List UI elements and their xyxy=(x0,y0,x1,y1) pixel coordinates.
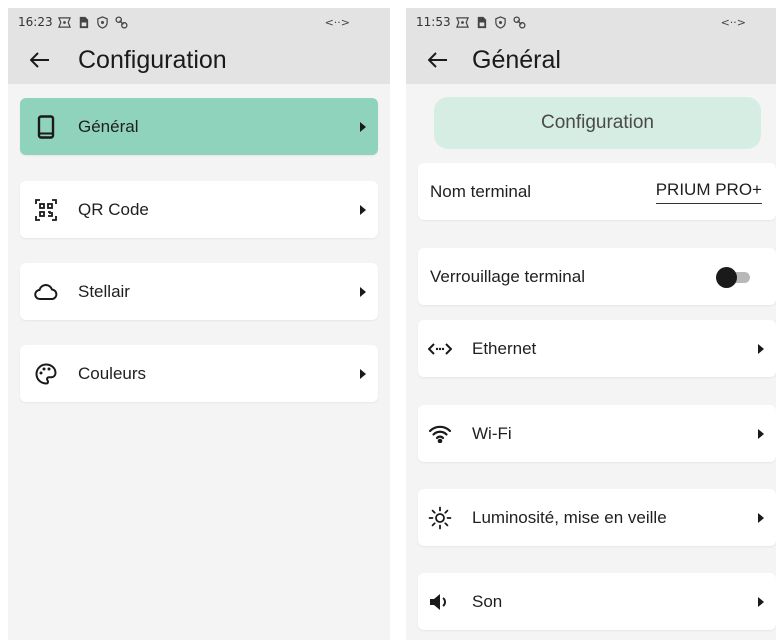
menu-item-label: Stellair xyxy=(78,281,130,301)
status-time: 16:23 xyxy=(18,15,53,29)
security-icon xyxy=(494,15,506,29)
arrow-left-icon xyxy=(30,52,49,68)
security-icon xyxy=(96,15,108,29)
phone-icon xyxy=(34,114,58,139)
menu-item-label: Wi-Fi xyxy=(472,423,512,443)
chevron-right-icon xyxy=(756,428,766,439)
menu-item-label: Général xyxy=(78,116,139,136)
menu-item-couleurs[interactable]: Couleurs xyxy=(20,345,378,402)
arrow-left-icon xyxy=(428,52,447,68)
terminal-lock-toggle[interactable] xyxy=(716,266,754,288)
menu-item-label: Ethernet xyxy=(472,338,537,358)
sim-card-icon xyxy=(79,16,88,28)
status-bar: 16:23 <··> xyxy=(8,8,390,36)
chevron-right-icon xyxy=(358,204,368,215)
page-title: Général xyxy=(472,45,561,74)
menu-item-label: QR Code xyxy=(78,199,149,219)
chevron-right-icon xyxy=(358,121,368,132)
ethernet-icon xyxy=(428,337,452,361)
menu-item-qr-code[interactable]: QR Code xyxy=(20,181,378,238)
page-title: Configuration xyxy=(78,45,227,74)
terminal-name-label: Nom terminal xyxy=(430,181,532,201)
menu-item-brightness[interactable]: Luminosité, mise en veille xyxy=(418,489,776,546)
terminal-lock-label: Verrouillage terminal xyxy=(430,266,585,286)
terminal-name-field[interactable]: PRIUM PRO+ xyxy=(655,180,762,204)
palette-icon xyxy=(34,362,58,386)
status-bar: 11:53 <··> xyxy=(406,8,776,36)
terminal-lock-row: Verrouillage terminal xyxy=(418,248,776,305)
back-button[interactable] xyxy=(28,48,52,72)
qr-code-icon xyxy=(34,198,58,222)
back-button[interactable] xyxy=(426,48,450,72)
app-bar: Général xyxy=(406,36,776,84)
general-screen: 11:53 <··> Général Configuration Nom ter… xyxy=(406,8,776,640)
chevron-right-icon xyxy=(756,343,766,354)
toggle-thumb xyxy=(716,266,737,288)
cloud-icon xyxy=(34,280,58,304)
chevron-right-icon xyxy=(756,512,766,523)
menu-item-stellair[interactable]: Stellair xyxy=(20,263,378,320)
sim-card-icon xyxy=(477,16,486,28)
chevron-right-icon xyxy=(358,368,368,379)
menu-item-ethernet[interactable]: Ethernet xyxy=(418,320,776,377)
shield-badge-icon xyxy=(57,16,71,28)
menu-item-son[interactable]: Son xyxy=(418,573,776,630)
menu-item-label: Couleurs xyxy=(78,363,147,383)
brightness-icon xyxy=(428,506,452,530)
menu-item-wifi[interactable]: Wi-Fi xyxy=(418,405,776,462)
ethernet-status-icon: <··> xyxy=(324,15,350,29)
volume-icon xyxy=(428,590,452,614)
wifi-icon xyxy=(428,422,452,446)
status-time: 11:53 xyxy=(416,15,451,29)
terminal-name-row: Nom terminal PRIUM PRO+ xyxy=(418,163,776,220)
link-icon xyxy=(115,15,128,29)
chevron-right-icon xyxy=(358,286,368,297)
menu-item-general[interactable]: Général xyxy=(20,98,378,155)
configuration-screen: 16:23 <··> Configuration Général QR Code xyxy=(8,8,390,640)
shield-badge-icon xyxy=(455,16,469,28)
link-icon xyxy=(513,15,526,29)
ethernet-status-icon: <··> xyxy=(720,15,746,29)
menu-item-label: Luminosité, mise en veille xyxy=(472,507,667,527)
app-bar: Configuration xyxy=(8,36,390,84)
menu-item-label: Son xyxy=(472,591,503,611)
configuration-button[interactable]: Configuration xyxy=(434,97,761,149)
chevron-right-icon xyxy=(756,596,766,607)
